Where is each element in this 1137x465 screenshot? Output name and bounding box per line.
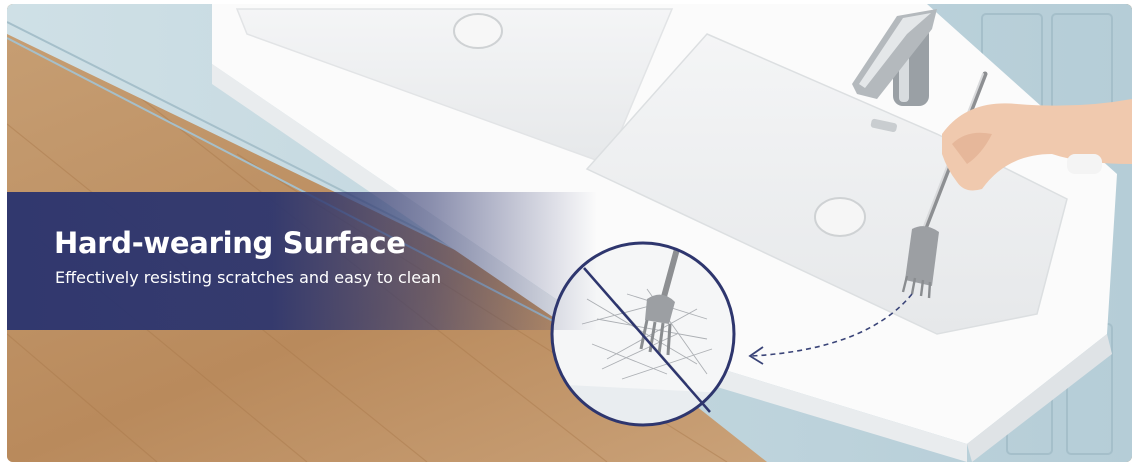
right-drain xyxy=(814,197,866,237)
left-drain xyxy=(453,13,503,49)
headline-banner xyxy=(7,192,597,330)
feature-description: Effectively resisting scratches and easy… xyxy=(55,268,441,287)
feature-title: Hard-wearing Surface xyxy=(54,226,406,260)
